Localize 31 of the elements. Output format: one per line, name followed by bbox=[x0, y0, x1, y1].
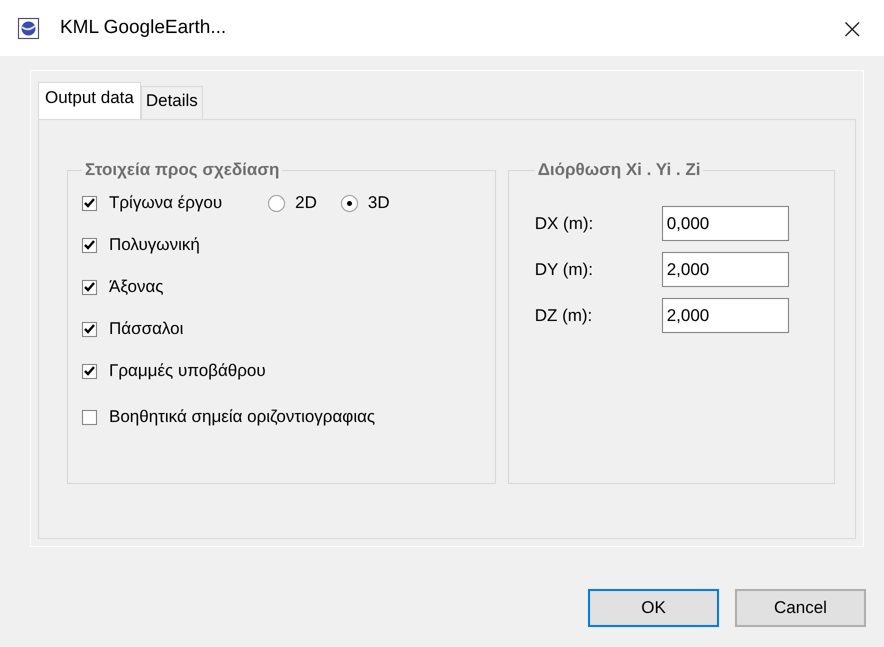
window-title: KML GoogleEarth... bbox=[60, 17, 226, 39]
checkbox[interactable] bbox=[82, 322, 97, 336]
checkbox-label: Τρίγωνα έργου bbox=[109, 193, 222, 213]
checkbox-label: Πάσσαλοι bbox=[109, 319, 184, 339]
radio-button[interactable] bbox=[340, 194, 358, 212]
radio-label: 3D bbox=[368, 193, 390, 213]
tab[interactable]: Output data bbox=[38, 82, 141, 120]
checkbox-label: Πολυγωνική bbox=[109, 235, 200, 255]
input-field[interactable]: 0,000 bbox=[662, 206, 789, 241]
checkbox-label: Βοηθητικά σημεία οριζοντιογραφιας bbox=[109, 407, 376, 427]
globe-icon bbox=[18, 18, 39, 38]
group-title: Στοιχεία προς σχεδίαση bbox=[84, 160, 280, 180]
input-field[interactable]: 2,000 bbox=[662, 252, 789, 287]
field-label: DX (m): bbox=[534, 214, 594, 234]
dialog-button[interactable]: OK bbox=[588, 589, 719, 627]
dialog-button[interactable]: Cancel bbox=[735, 589, 866, 627]
checkbox[interactable] bbox=[82, 364, 97, 378]
tab[interactable]: Details bbox=[140, 86, 203, 119]
checkbox[interactable] bbox=[82, 410, 97, 424]
checkbox[interactable] bbox=[82, 280, 97, 294]
radio-label: 2D bbox=[295, 193, 317, 213]
radio-button[interactable] bbox=[268, 194, 286, 212]
checkbox-label: Γραμμές υποβάθρου bbox=[109, 361, 266, 381]
checkbox[interactable] bbox=[82, 196, 97, 210]
field-label: DY (m): bbox=[534, 260, 594, 280]
checkbox-label: Άξονας bbox=[109, 277, 164, 297]
field-label: DZ (m): bbox=[534, 306, 594, 326]
input-field[interactable]: 2,000 bbox=[662, 298, 789, 333]
group-title: Διόρθωση Xi . Yi . Zi bbox=[536, 160, 702, 180]
checkbox[interactable] bbox=[82, 238, 97, 252]
close-button[interactable]: × bbox=[832, 12, 872, 44]
